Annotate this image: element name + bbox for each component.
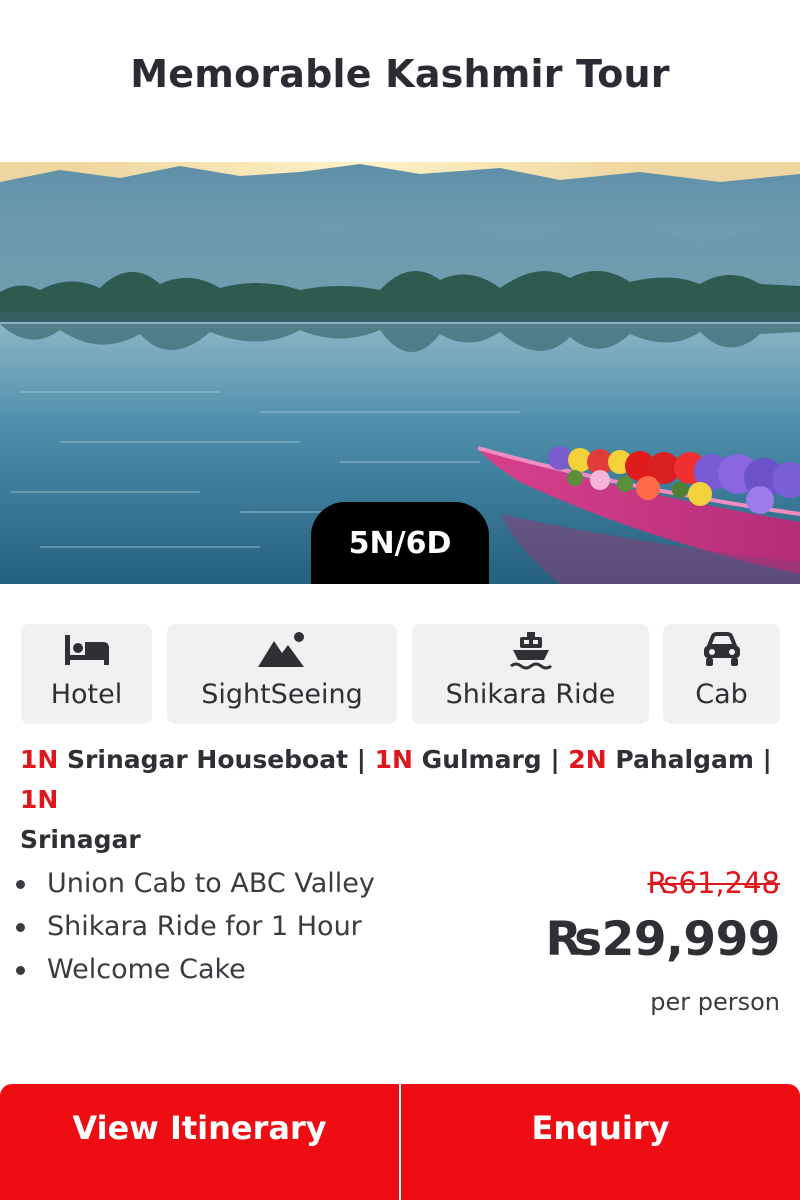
boat-icon: [412, 628, 649, 672]
duration-badge: 5N/6D: [311, 502, 489, 584]
enquiry-button[interactable]: Enquiry: [401, 1084, 800, 1200]
price-unit: per person: [650, 988, 780, 1016]
inclusions-list: Union Cab to ABC Valley Shikara Ride for…: [16, 862, 456, 991]
view-itinerary-button[interactable]: View Itinerary: [0, 1084, 399, 1200]
features-row: Hotel SightSeeing Shikara Ride Cab: [0, 624, 800, 726]
route-nights: 1N: [20, 745, 59, 774]
route-nights: 1N: [20, 785, 59, 814]
feature-label: Cab: [695, 679, 748, 710]
list-item: Union Cab to ABC Valley: [16, 862, 456, 905]
mountain-icon: [167, 628, 397, 672]
original-price: ₨61,248: [647, 866, 780, 900]
feature-label: SightSeeing: [201, 679, 363, 710]
route-separator: |: [762, 745, 772, 774]
route-summary: 1N Srinagar Houseboat | 1N Gulmarg | 2N …: [20, 740, 790, 860]
feature-label: Shikara Ride: [445, 679, 616, 710]
feature-shikara-ride: Shikara Ride: [412, 624, 649, 724]
route-nights: 1N: [374, 745, 413, 774]
route-place: Srinagar Houseboat: [67, 745, 349, 774]
car-icon: [663, 628, 780, 672]
bullet-icon: [16, 966, 25, 975]
route-place: Pahalgam: [615, 745, 754, 774]
route-place: Gulmarg: [421, 745, 542, 774]
package-title: Memorable Kashmir Tour: [130, 52, 670, 96]
discounted-price: ₨29,999: [545, 912, 781, 967]
route-separator: |: [356, 745, 366, 774]
feature-cab: Cab: [663, 624, 780, 724]
inclusion-text: Shikara Ride for 1 Hour: [47, 911, 362, 942]
inclusion-text: Union Cab to ABC Valley: [47, 868, 375, 899]
bullet-icon: [16, 880, 25, 889]
list-item: Welcome Cake: [16, 948, 456, 991]
bullet-icon: [16, 923, 25, 932]
feature-sightseeing: SightSeeing: [167, 624, 397, 724]
route-nights: 2N: [568, 745, 607, 774]
package-card: Memorable Kashmir Tour 5N/6D Hotel Sight…: [0, 0, 800, 1200]
route-place: Srinagar: [20, 825, 141, 854]
list-item: Shikara Ride for 1 Hour: [16, 905, 456, 948]
bed-icon: [21, 628, 152, 672]
feature-hotel: Hotel: [21, 624, 152, 724]
route-separator: |: [550, 745, 560, 774]
feature-label: Hotel: [50, 679, 123, 710]
inclusion-text: Welcome Cake: [47, 954, 246, 985]
